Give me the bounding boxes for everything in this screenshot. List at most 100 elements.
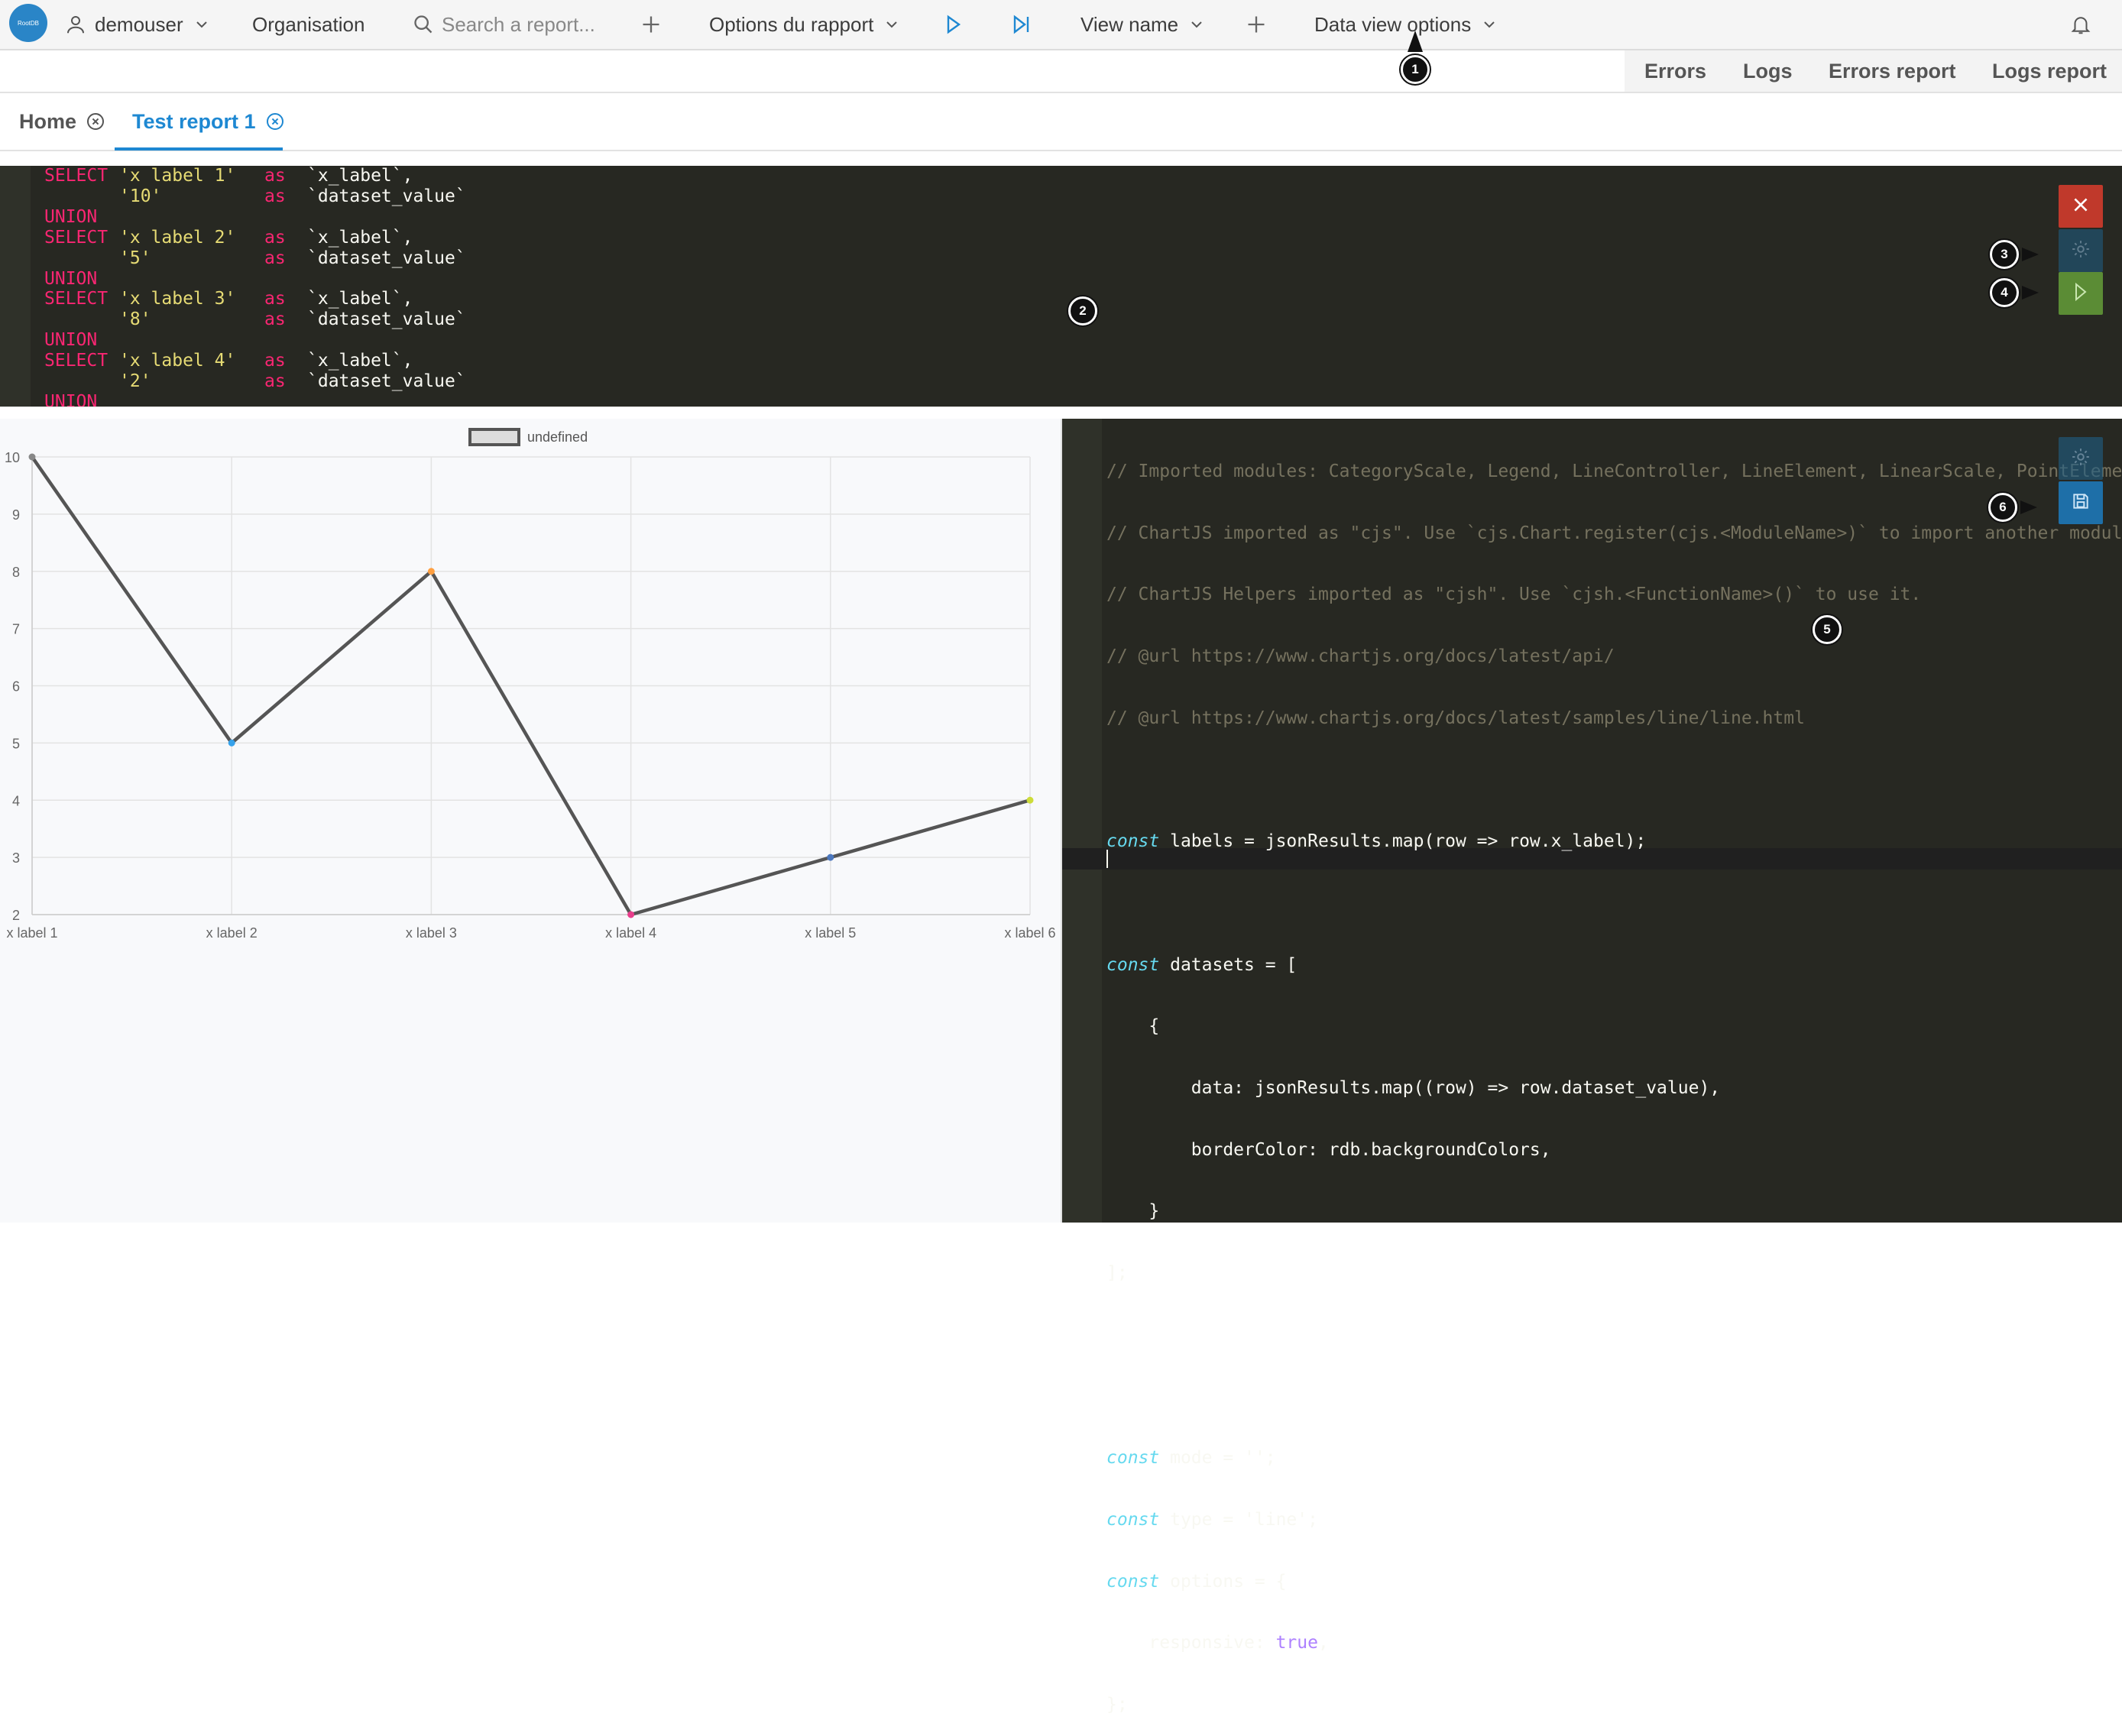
organisation-menu[interactable]: Organisation (252, 0, 364, 49)
data-view-options-menu[interactable]: Data view options (1314, 0, 1497, 49)
sql-token: 'x label 1' (119, 166, 236, 186)
code-line: ]; (1106, 1263, 1128, 1284)
editor-gutter (0, 166, 31, 406)
code-line: const options = { (1106, 1571, 1287, 1592)
save-chart-button[interactable] (2059, 481, 2103, 524)
sql-token: '8' (119, 309, 151, 330)
errors-report-link[interactable]: Errors report (1829, 50, 1956, 92)
add-report-button[interactable] (640, 0, 662, 49)
x-tick-label: x label 5 (805, 925, 856, 941)
play-icon (945, 15, 962, 34)
sql-token: 'x label 4' (119, 351, 236, 371)
tab-test-report-1[interactable]: Test report 1 (132, 93, 283, 150)
sql-token: `dataset_value` (307, 248, 466, 268)
sql-token: `x_label`, (307, 166, 413, 186)
tab-label: Home (19, 109, 77, 133)
code-line: }; (1106, 1695, 1128, 1715)
editor-gutter (1062, 419, 1102, 1223)
annotation-arrow (1408, 31, 1423, 52)
add-view-button[interactable] (1246, 0, 1267, 49)
x-tick-label: x label 4 (605, 925, 656, 941)
annotation-badge-2: 2 (1068, 296, 1097, 326)
close-tab-icon[interactable] (87, 113, 105, 130)
sql-token: `dataset_value` (307, 371, 466, 392)
x-tick-label: x label 6 (1004, 925, 1055, 941)
play-icon (2072, 282, 2089, 306)
y-tick-label: 5 (12, 736, 20, 751)
data-point (1026, 796, 1034, 804)
view-name-menu[interactable]: View name (1080, 0, 1204, 49)
sql-line: UNION (44, 269, 466, 290)
sql-token: UNION (44, 391, 98, 406)
y-tick-label: 10 (5, 450, 20, 465)
run-all-button[interactable] (1012, 0, 1031, 49)
logs-link[interactable]: Logs (1743, 50, 1793, 92)
tab-home[interactable]: Home (19, 93, 105, 150)
sql-line: '5' as `dataset_value` (44, 248, 466, 269)
code-line: const type = 'line'; (1106, 1510, 1318, 1530)
sql-token: as (264, 166, 286, 186)
sql-line: '2' as `dataset_value` (44, 371, 466, 392)
chart-settings-button[interactable] (2059, 437, 2103, 480)
notifications-button[interactable] (2069, 0, 2092, 49)
report-options-menu[interactable]: Options du rapport (709, 0, 899, 49)
sql-token: SELECT (44, 351, 109, 371)
run-report-button[interactable] (945, 0, 962, 49)
plus-icon (1246, 14, 1267, 35)
data-point (827, 853, 834, 861)
app-logo[interactable]: RootDB (9, 4, 47, 42)
y-tick-label: 6 (12, 679, 20, 695)
code-line: { (1148, 1016, 1160, 1037)
query-settings-button[interactable] (2059, 229, 2103, 272)
y-tick-label: 9 (12, 507, 20, 523)
annotation-arrow (2022, 248, 2039, 261)
annotation-arrow (2020, 500, 2037, 514)
code-comment: // ChartJS imported as "cjs". Use `cjs.C… (1106, 523, 2122, 543)
data-point (427, 568, 435, 575)
code-comment: // @url https://www.chartjs.org/docs/lat… (1106, 646, 1615, 666)
x-tick-label: x label 3 (406, 925, 457, 941)
data-point (627, 911, 635, 918)
sql-token: as (264, 289, 286, 309)
sql-token: `x_label`, (307, 351, 413, 371)
search-box[interactable]: Search a report... (413, 0, 595, 49)
errors-link[interactable]: Errors (1644, 50, 1706, 92)
sql-line: UNION (44, 392, 466, 406)
code-line: } (1148, 1201, 1160, 1222)
close-tab-icon[interactable] (266, 113, 283, 130)
close-editor-button[interactable] (2059, 185, 2103, 228)
sql-query-editor[interactable]: SELECT 'x label 1' as `x_label`, '10' as `data… (0, 166, 2122, 406)
tab-label: Test report 1 (132, 109, 256, 133)
annotation-badge-5: 5 (1813, 615, 1842, 644)
sql-code[interactable]: SELECT 'x label 1' as `x_label`, '10' as `data… (44, 166, 466, 406)
sql-line: UNION (44, 330, 466, 351)
js-code[interactable]: // Imported modules: CategoryScale, Lege… (1106, 420, 2122, 1736)
code-comment: // @url https://www.chartjs.org/docs/lat… (1106, 708, 1805, 728)
sql-line: SELECT 'x label 1' as `x_label`, (44, 166, 466, 186)
pane-resize-handle[interactable] (0, 406, 2122, 419)
gear-icon (2071, 447, 2091, 471)
y-tick-label: 2 (12, 908, 20, 923)
annotation-arrow (2022, 286, 2039, 300)
y-tick-label: 7 (12, 622, 20, 637)
x-tick-label: x label 2 (206, 925, 258, 941)
sql-token: SELECT (44, 227, 109, 248)
sql-token: as (264, 371, 286, 392)
run-query-button[interactable] (2059, 272, 2103, 315)
code-line: const mode = ''; (1106, 1448, 1276, 1469)
y-tick-label: 4 (12, 793, 20, 808)
logs-report-link[interactable]: Logs report (1992, 50, 2107, 92)
gear-icon (2071, 239, 2091, 263)
code-line: data: jsonResults.map((row) => row.datas… (1191, 1078, 1721, 1098)
annotation-badge-4: 4 (1990, 278, 2019, 307)
username: demouser (95, 12, 183, 36)
sql-token: 'x label 3' (119, 289, 236, 309)
code-comment: // ChartJS Helpers imported as "cjsh". U… (1106, 585, 1922, 605)
sql-token: `x_label`, (307, 227, 413, 248)
chevron-down-icon (1482, 17, 1497, 32)
user-menu[interactable]: demouser (64, 0, 209, 49)
search-input[interactable]: Search a report... (442, 13, 595, 37)
sql-line: SELECT 'x label 4' as `x_label`, (44, 351, 466, 371)
sql-token: SELECT (44, 289, 109, 309)
y-tick-label: 3 (12, 850, 20, 866)
